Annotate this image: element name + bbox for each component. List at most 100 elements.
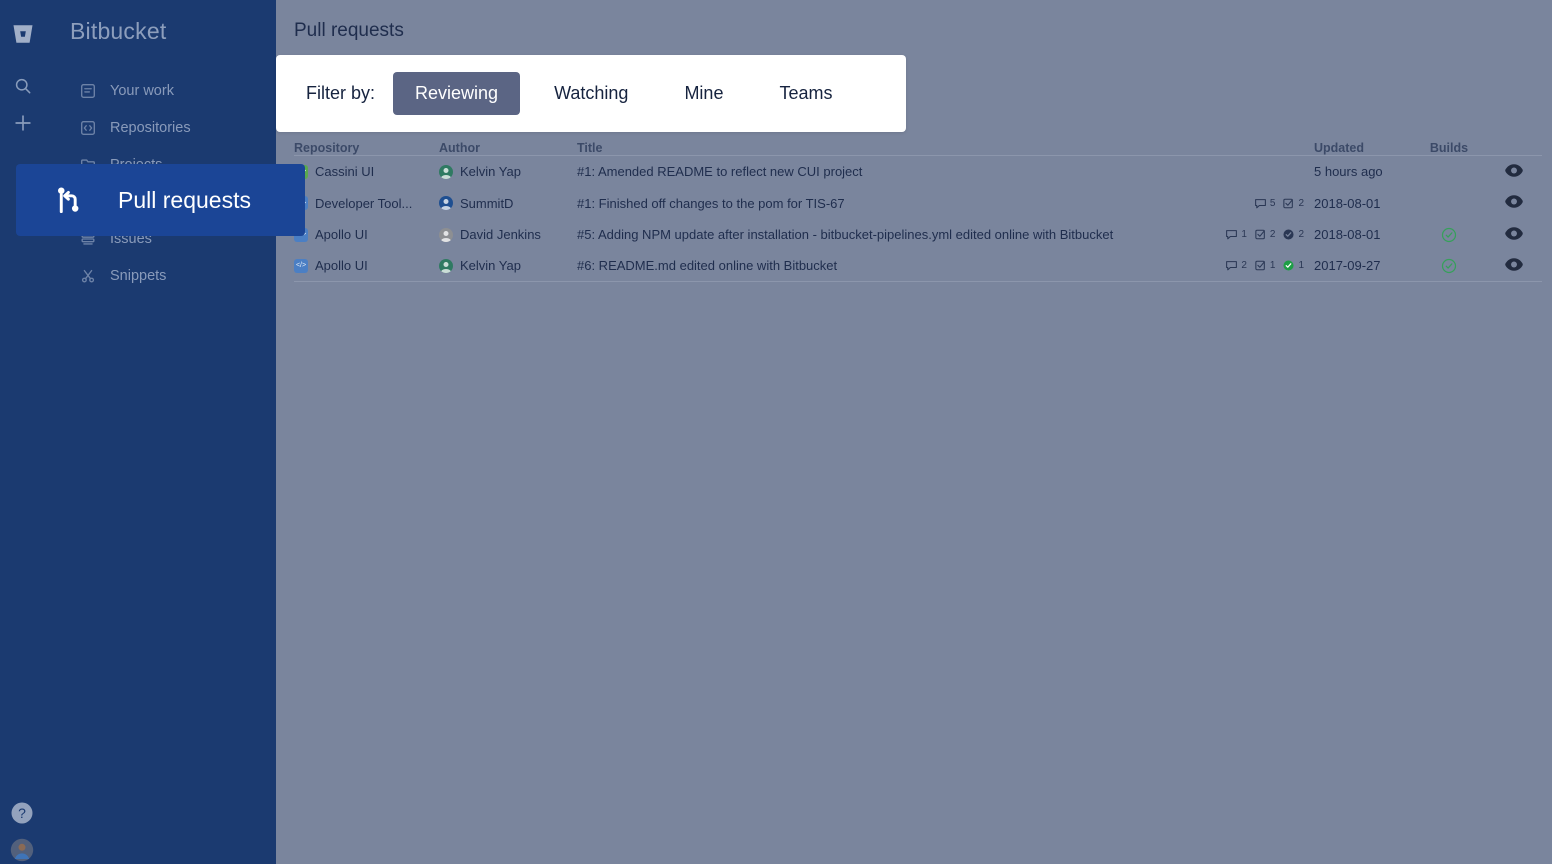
pull-request-title[interactable]: #6: README.md edited online with Bitbuck… (577, 258, 1192, 273)
author-avatar (439, 228, 453, 242)
table-row[interactable]: </> Apollo UI Kelvin Yap #6: README.md e… (294, 251, 1542, 283)
watch-button[interactable] (1486, 164, 1542, 180)
author-name: David Jenkins (460, 227, 541, 242)
cell-builds[interactable] (1412, 227, 1486, 243)
your-work-icon (79, 82, 97, 100)
eye-icon[interactable] (1505, 258, 1523, 274)
cell-meta: 5 2 (1192, 197, 1304, 210)
build-success-icon (1441, 227, 1457, 243)
snippets-icon (79, 267, 97, 285)
comment-count-group: 5 (1254, 197, 1276, 210)
eye-icon[interactable] (1505, 195, 1523, 211)
repository-name: Apollo UI (315, 258, 368, 273)
approval-count-group: 1 (1282, 259, 1304, 272)
comment-count: 1 (1241, 229, 1247, 240)
cell-updated: 2017-09-27 (1304, 258, 1412, 273)
task-icon (1254, 259, 1267, 272)
author-name: Kelvin Yap (460, 258, 521, 273)
filter-tab-watching[interactable]: Watching (532, 72, 650, 115)
task-count-group: 2 (1282, 197, 1304, 210)
watch-button[interactable] (1486, 258, 1542, 274)
column-header-author: Author (439, 141, 577, 155)
sidebar-item-repositories[interactable]: Repositories (0, 109, 276, 146)
comment-count-group: 1 (1225, 228, 1247, 241)
pull-requests-icon (52, 183, 86, 217)
author-avatar (439, 196, 453, 210)
svg-text:?: ? (18, 805, 26, 821)
filter-tab-mine[interactable]: Mine (662, 72, 745, 115)
global-sidebar: ? Bitbucket (0, 0, 276, 864)
column-header-builds: Builds (1412, 141, 1486, 155)
help-icon[interactable]: ? (10, 801, 34, 825)
task-count: 2 (1270, 229, 1276, 240)
table-row[interactable]: </> Apollo UI David Jenkins #5: Adding N… (294, 219, 1542, 251)
pull-request-title[interactable]: #5: Adding NPM update after installation… (577, 227, 1192, 242)
approval-icon (1282, 228, 1295, 241)
author-name: SummitD (460, 196, 513, 211)
cell-meta: 2 1 1 (1192, 259, 1304, 272)
pull-request-title[interactable]: #1: Finished off changes to the pom for … (577, 196, 1192, 211)
table-row[interactable]: </> Cassini UI Kelvin Yap #1: Amended RE… (294, 156, 1542, 188)
page-title: Pull requests (294, 20, 404, 42)
cell-author: Kelvin Yap (439, 164, 577, 179)
cell-builds[interactable] (1412, 258, 1486, 274)
eye-icon[interactable] (1505, 164, 1523, 180)
sidebar-item-label: Repositories (110, 120, 191, 136)
task-icon (1254, 228, 1267, 241)
cell-repository: </> Apollo UI (294, 258, 439, 273)
watch-button[interactable] (1486, 195, 1542, 211)
table-row[interactable]: </> Developer Tool... SummitD #1: Finish… (294, 188, 1542, 220)
repository-name: Developer Tool... (315, 196, 412, 211)
task-count: 1 (1270, 260, 1276, 271)
sidebar-item-label: Snippets (110, 268, 166, 284)
build-success-icon (1441, 258, 1457, 274)
pull-requests-callout[interactable]: Pull requests (16, 164, 305, 236)
column-header-updated: Updated (1304, 141, 1412, 155)
brand-title: Bitbucket (70, 18, 166, 45)
task-icon (1282, 197, 1295, 210)
column-header-repository: Repository (294, 141, 439, 155)
cell-repository: </> Apollo UI (294, 227, 439, 242)
sidebar-item-snippets[interactable]: Snippets (0, 257, 276, 294)
cell-repository: </> Developer Tool... (294, 196, 439, 211)
cell-author: David Jenkins (439, 227, 577, 242)
cell-author: SummitD (439, 196, 577, 211)
cell-repository: </> Cassini UI (294, 164, 439, 179)
filter-by-label: Filter by: (306, 83, 375, 104)
cell-author: Kelvin Yap (439, 258, 577, 273)
author-name: Kelvin Yap (460, 164, 521, 179)
comment-count-group: 2 (1225, 259, 1247, 272)
eye-icon[interactable] (1505, 227, 1523, 243)
filter-popover: Filter by: Reviewing Watching Mine Teams (276, 55, 906, 132)
approval-icon (1282, 259, 1295, 272)
cell-updated: 5 hours ago (1304, 164, 1412, 179)
main-content: Pull requests Filter by: Reviewing Watch… (276, 0, 1552, 864)
comment-icon (1225, 259, 1238, 272)
column-header-title: Title (577, 141, 1192, 155)
task-count-group: 1 (1254, 259, 1276, 272)
sidebar-item-label: Your work (110, 83, 174, 99)
repositories-icon (79, 119, 97, 137)
filter-tab-teams[interactable]: Teams (757, 72, 854, 115)
author-avatar (439, 259, 453, 273)
bitbucket-logo-icon[interactable] (11, 22, 35, 46)
repository-name: Apollo UI (315, 227, 368, 242)
repository-name: Cassini UI (315, 164, 374, 179)
task-count-group: 2 (1254, 228, 1276, 241)
author-avatar (439, 165, 453, 179)
watch-button[interactable] (1486, 227, 1542, 243)
comment-count: 5 (1270, 198, 1276, 209)
profile-avatar[interactable] (10, 838, 34, 862)
cell-meta: 1 2 2 (1192, 228, 1304, 241)
pull-request-title[interactable]: #1: Amended README to reflect new CUI pr… (577, 164, 1192, 179)
sidebar-item-your-work[interactable]: Your work (0, 72, 276, 109)
comment-icon (1225, 228, 1238, 241)
cell-updated: 2018-08-01 (1304, 196, 1412, 211)
filter-tab-reviewing[interactable]: Reviewing (393, 72, 520, 115)
comment-icon (1254, 197, 1267, 210)
repository-avatar-icon: </> (294, 259, 308, 273)
table-header: Repository Author Title Updated Builds (294, 130, 1542, 156)
approval-count-group: 2 (1282, 228, 1304, 241)
pull-requests-table: Repository Author Title Updated Builds <… (294, 130, 1542, 282)
callout-label: Pull requests (118, 187, 251, 214)
